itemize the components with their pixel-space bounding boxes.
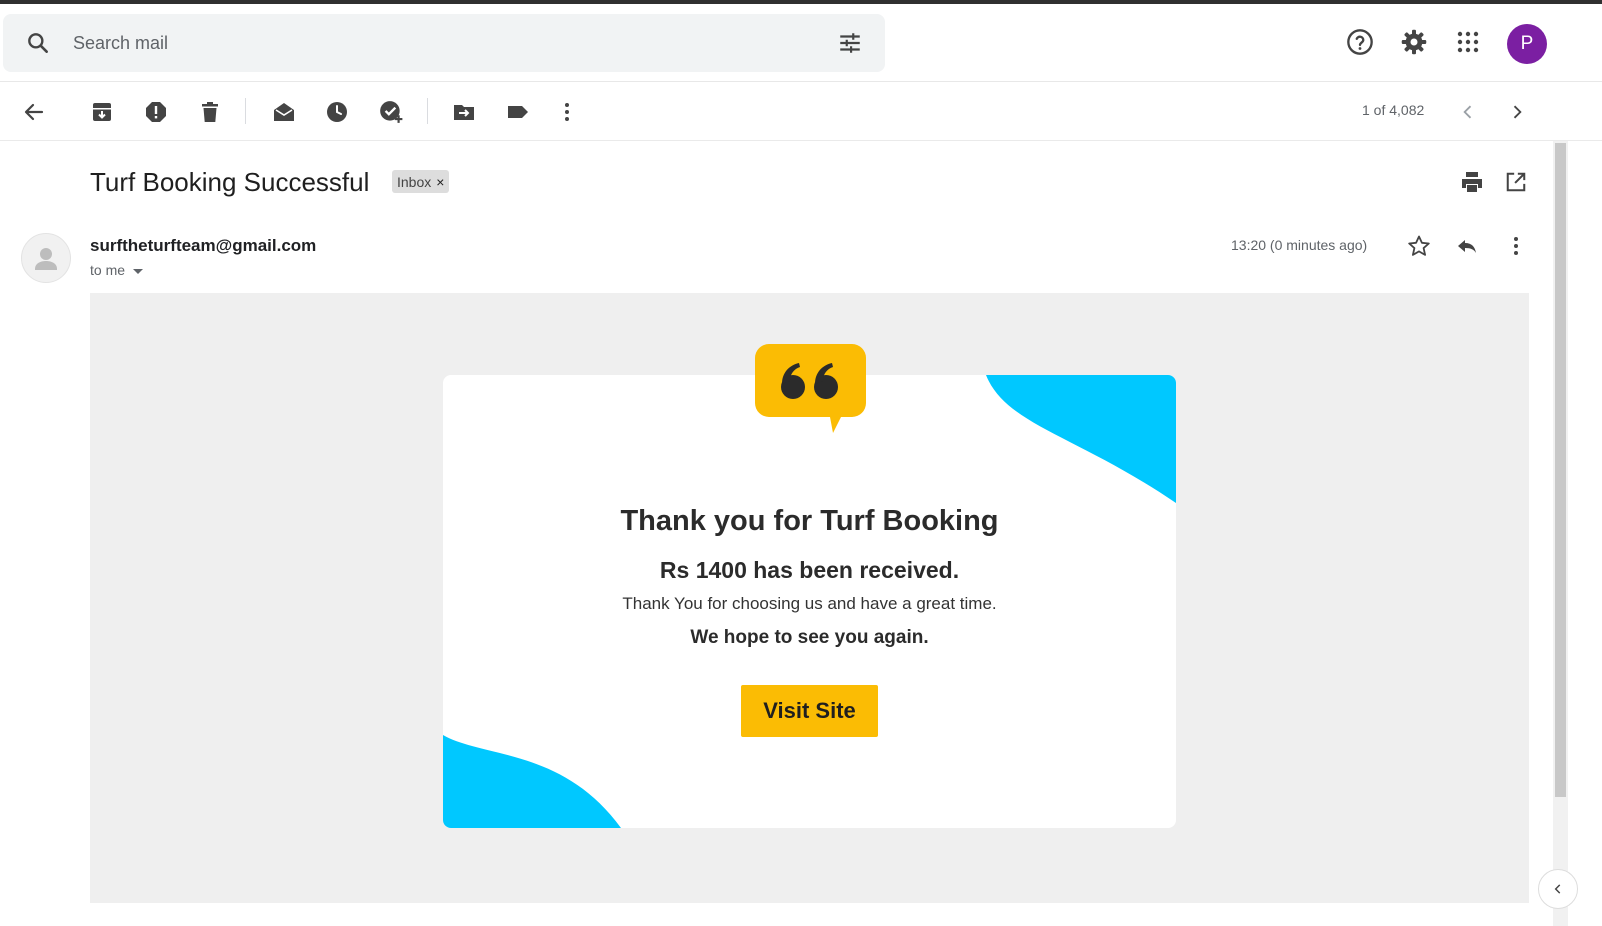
email-body: Thank you for Turf Booking Rs 1400 has b… (90, 293, 1529, 903)
decorative-wave-top-right (986, 375, 1176, 503)
see-you-again-text: We hope to see you again. (690, 627, 929, 648)
search-bar[interactable] (3, 14, 885, 72)
open-in-new-window-icon[interactable] (1502, 168, 1530, 196)
label-tag-icon[interactable] (504, 98, 532, 126)
message-timestamp: 13:20 (0 minutes ago) (1231, 237, 1368, 253)
quote-speech-bubble-icon (755, 344, 866, 433)
email-card: Thank you for Turf Booking Rs 1400 has b… (443, 375, 1176, 828)
settings-gear-icon[interactable] (1399, 27, 1429, 57)
help-icon[interactable] (1345, 27, 1375, 57)
visit-site-button[interactable]: Visit Site (741, 685, 878, 737)
message-more-options-icon[interactable] (1502, 232, 1530, 260)
decorative-wave-bottom-left (443, 735, 621, 828)
search-options-icon[interactable] (837, 30, 863, 56)
inbox-label-chip: Inbox × (392, 170, 450, 193)
report-spam-icon[interactable] (142, 98, 170, 126)
snooze-clock-icon[interactable] (323, 98, 351, 126)
chevron-left-icon (1554, 884, 1561, 894)
add-to-tasks-icon[interactable] (377, 98, 405, 126)
dropdown-arrow-icon[interactable] (131, 266, 145, 276)
print-icon[interactable] (1458, 168, 1486, 196)
recipient-details[interactable]: to me (90, 262, 145, 278)
account-avatar[interactable]: P (1507, 24, 1547, 64)
sender-email[interactable]: surftheturfteam@gmail.com (90, 236, 316, 256)
sender-avatar (21, 233, 71, 283)
email-heading: Thank you for Turf Booking (620, 505, 999, 537)
thank-you-message: Thank You for choosing us and have a gre… (622, 594, 997, 613)
scrollbar-thumb[interactable] (1555, 143, 1566, 797)
back-arrow-icon[interactable] (20, 98, 48, 126)
app-header: P (0, 4, 1602, 82)
mark-unread-icon[interactable] (270, 98, 298, 126)
search-icon[interactable] (25, 30, 51, 56)
message-toolbar: 1 of 4,082 (0, 82, 1602, 141)
search-input[interactable] (73, 28, 773, 58)
archive-icon[interactable] (88, 98, 116, 126)
label-text: Inbox (397, 173, 432, 190)
star-icon[interactable] (1405, 232, 1433, 260)
more-options-icon[interactable] (553, 98, 581, 126)
recipient-text: to me (90, 262, 126, 278)
pagination-count: 1 of 4,082 (1362, 102, 1425, 118)
amount-received-text: Rs 1400 has been received. (659, 557, 960, 583)
toolbar-divider (427, 98, 428, 124)
apps-grid-icon[interactable] (1453, 27, 1483, 57)
message-subject: Turf Booking Successful (90, 167, 370, 197)
person-icon (35, 248, 57, 270)
move-to-folder-icon[interactable] (450, 98, 478, 126)
side-panel-toggle-button[interactable] (1538, 869, 1578, 909)
chevron-left-icon[interactable] (1454, 98, 1482, 126)
reply-icon[interactable] (1453, 232, 1481, 260)
remove-label-button[interactable]: × (436, 174, 444, 190)
delete-trash-icon[interactable] (196, 98, 224, 126)
toolbar-divider (245, 98, 246, 124)
chevron-right-icon[interactable] (1503, 98, 1531, 126)
